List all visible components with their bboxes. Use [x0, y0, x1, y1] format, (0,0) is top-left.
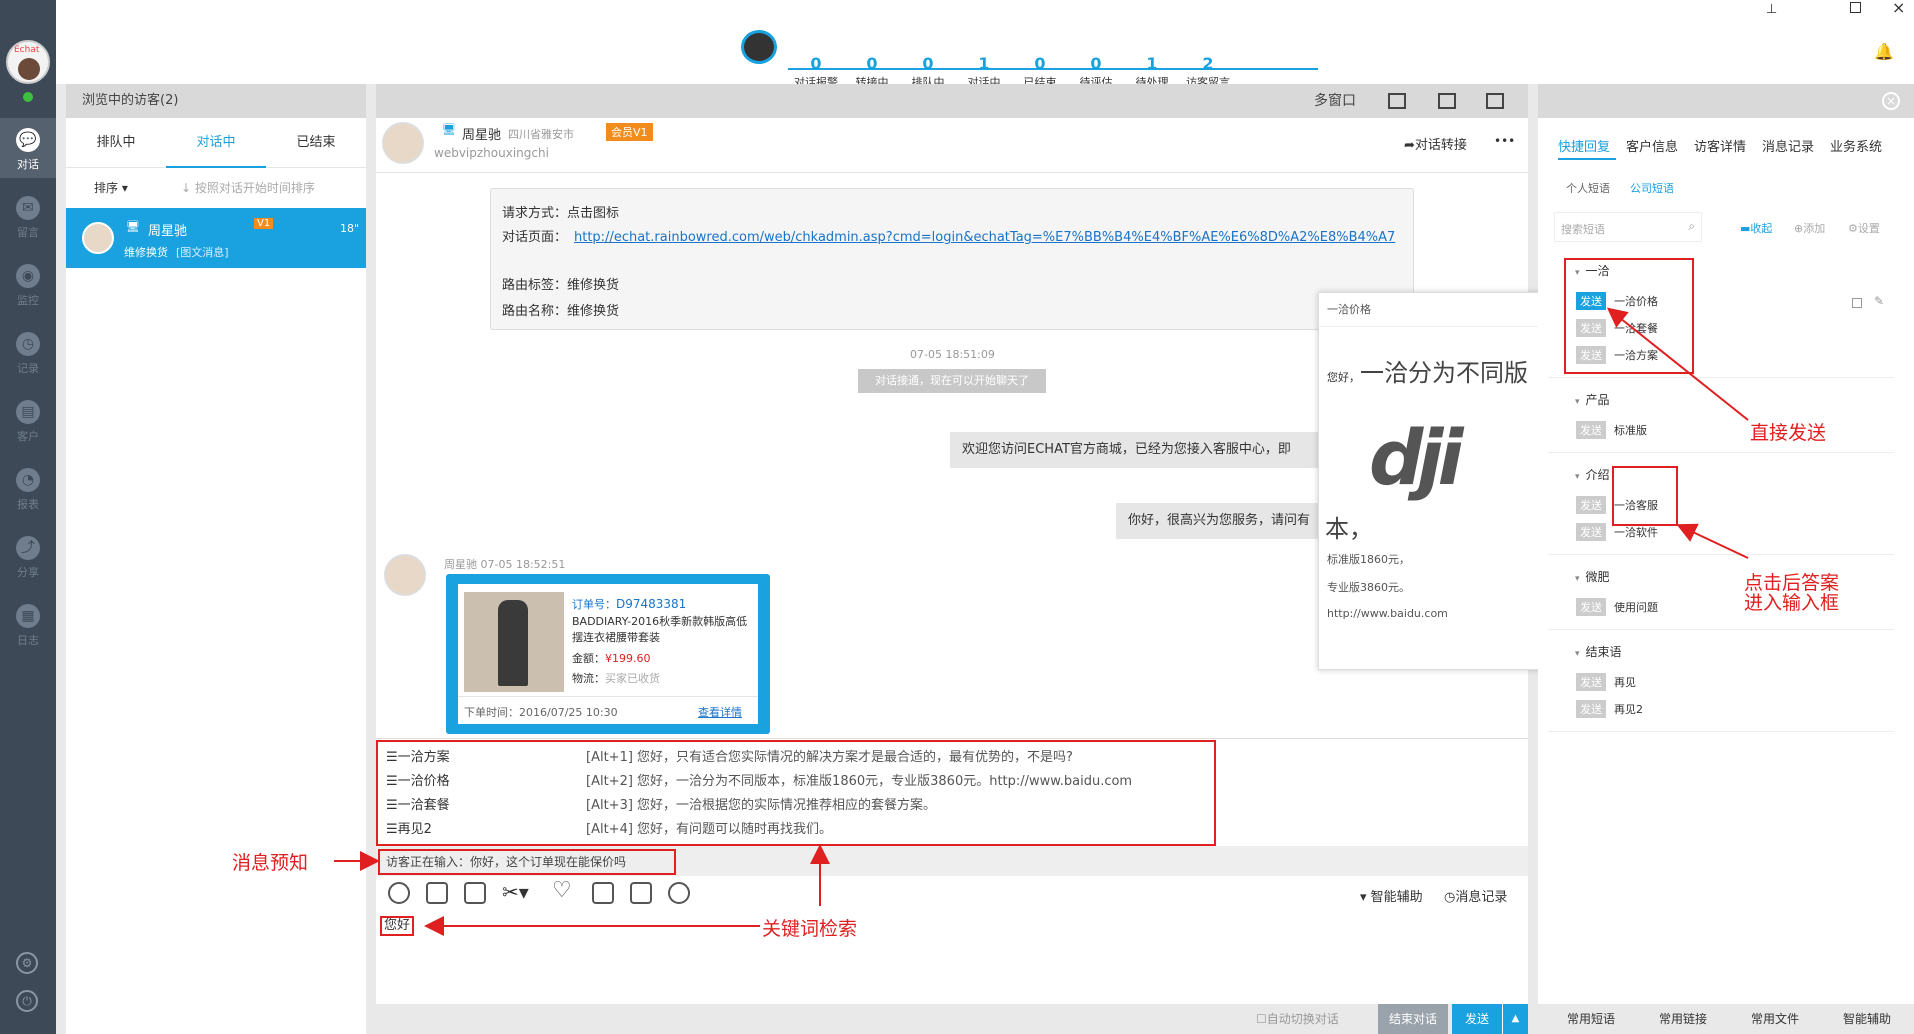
- annotation-preview: 消息预知: [232, 852, 309, 874]
- annotation-arrows: [334, 307, 1749, 936]
- annotation-into-input: 进入输入框: [1744, 592, 1840, 614]
- annotation-direct-send: 直接发送: [1750, 422, 1827, 444]
- annotation-keyword-search: 关键词检索: [762, 918, 858, 940]
